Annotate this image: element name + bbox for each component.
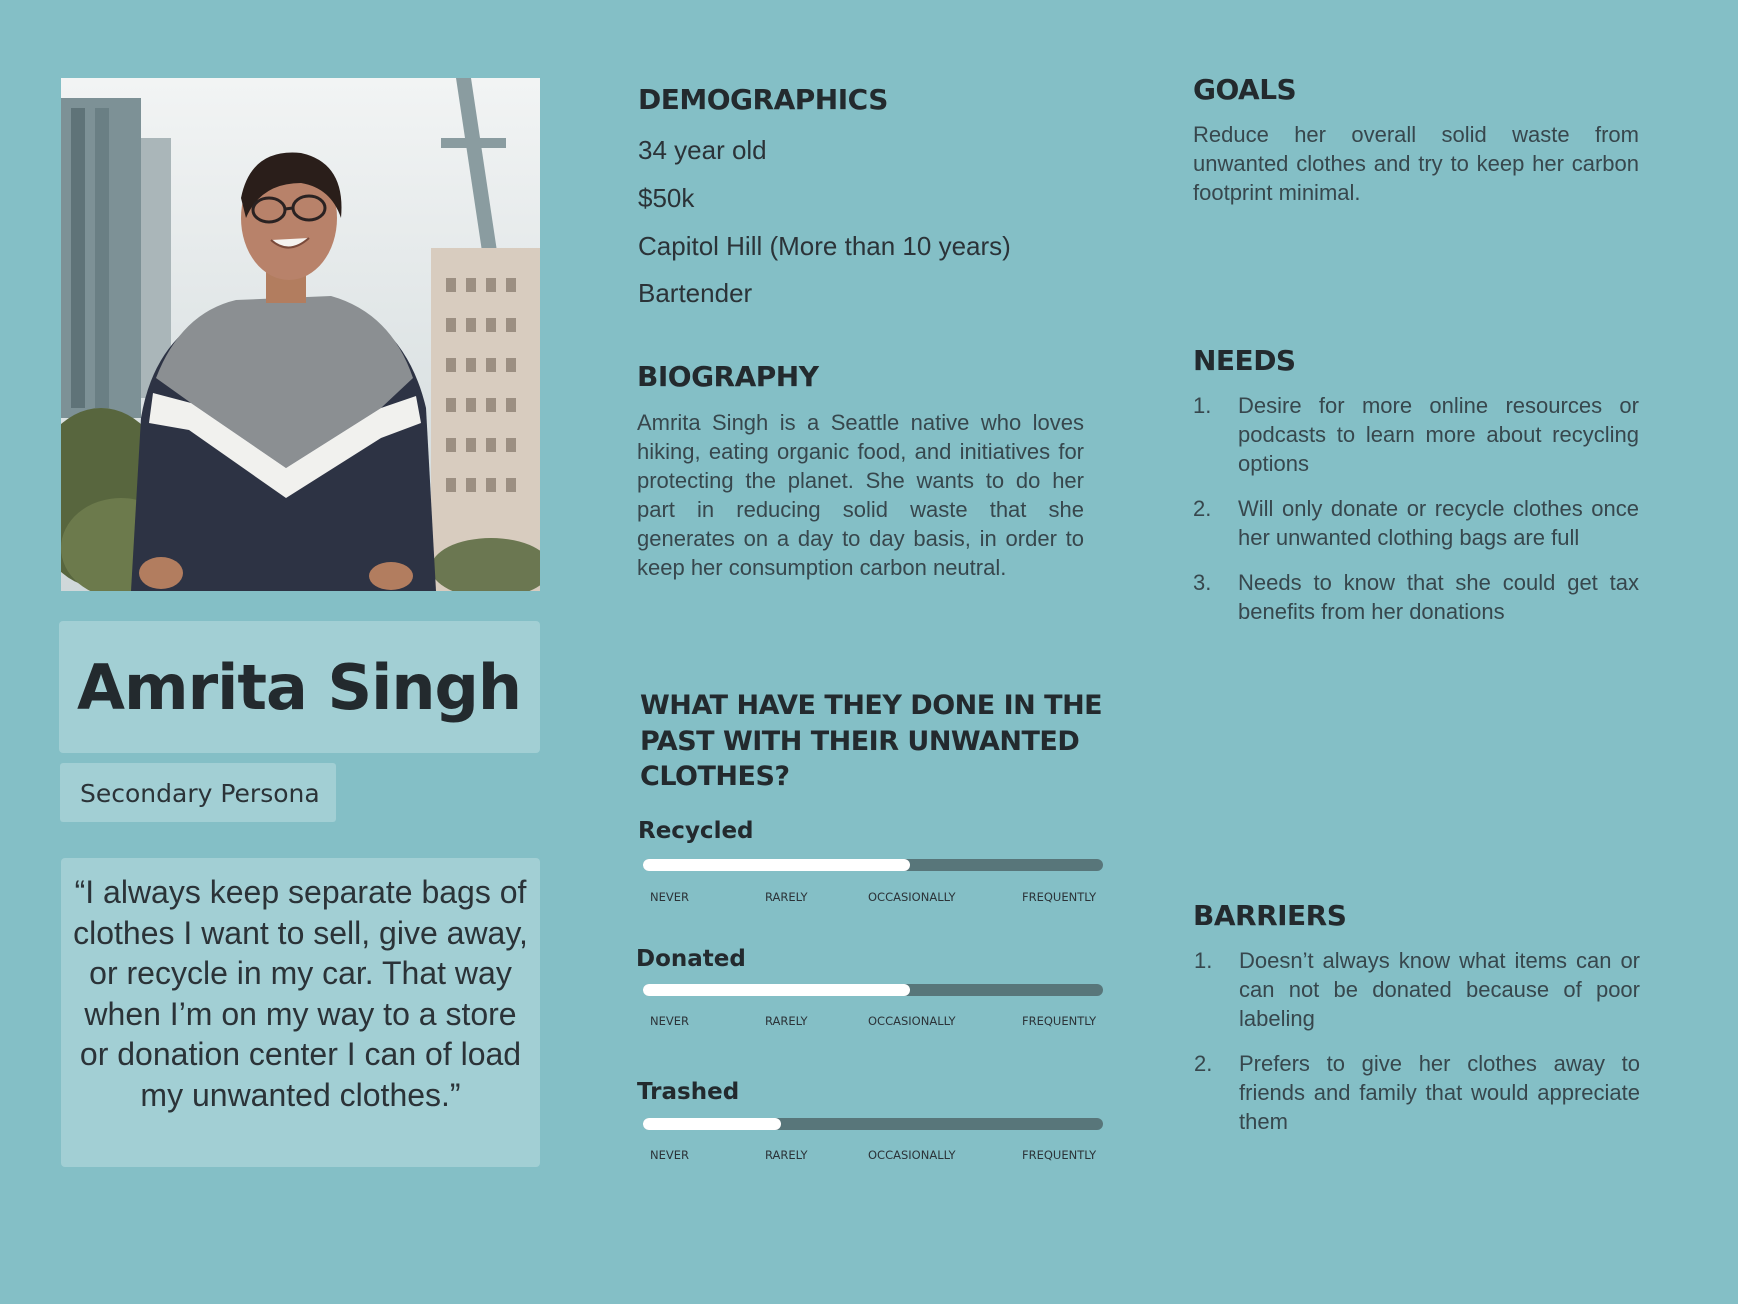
- name-card: Amrita Singh: [59, 621, 540, 753]
- persona-quote: “I always keep separate bags of clothes …: [73, 874, 528, 1113]
- persona-name: Amrita Singh: [77, 651, 522, 724]
- scale-label-rarely: RARELY: [765, 890, 808, 904]
- goals-text: Reduce her overall solid waste from unwa…: [1193, 122, 1639, 205]
- demographics-income: $50k: [638, 183, 695, 213]
- quote-card: “I always keep separate bags of clothes …: [61, 858, 540, 1167]
- demographics-location: Capitol Hill (More than 10 years): [638, 231, 1011, 261]
- barriers-item-text: Doesn’t always know what items can or ca…: [1239, 948, 1640, 1031]
- rating-fill: [643, 859, 910, 871]
- barriers-heading: BARRIERS: [1193, 899, 1347, 932]
- needs-item: 3. Needs to know that she could get tax b…: [1193, 568, 1639, 626]
- barriers-item-number: 2.: [1194, 1051, 1213, 1076]
- scale-label-occasionally: OCCASIONALLY: [868, 890, 956, 904]
- needs-item-text: Will only donate or recycle clothes once…: [1238, 496, 1639, 550]
- past-behavior-heading: WHAT HAVE THEY DONE IN THE PAST WITH THE…: [640, 690, 1103, 792]
- scale-label-rarely: RARELY: [765, 1014, 808, 1028]
- rating-label-trashed: Trashed: [637, 1079, 740, 1105]
- persona-photo: [61, 78, 540, 591]
- scale-label-frequently: FREQUENTLY: [1022, 1014, 1097, 1028]
- demographics-heading: DEMOGRAPHICS: [638, 83, 888, 116]
- scale-label-never: NEVER: [650, 1148, 689, 1162]
- needs-item-text: Needs to know that she could get tax ben…: [1238, 570, 1639, 624]
- needs-item: 1. Desire for more online resources or po…: [1193, 391, 1639, 478]
- needs-heading: NEEDS: [1193, 344, 1296, 377]
- rating-label-recycled: Recycled: [638, 818, 754, 844]
- rating-scale: NEVER RARELY OCCASIONALLY FREQUENTLY: [650, 1014, 1103, 1028]
- demographics-occupation: Bartender: [638, 278, 753, 308]
- scale-label-occasionally: OCCASIONALLY: [868, 1014, 956, 1028]
- goals-heading: GOALS: [1193, 73, 1297, 106]
- persona-photo-illustration: [61, 78, 540, 591]
- needs-item-number: 1.: [1193, 393, 1212, 418]
- demographics-age: 34 year old: [638, 135, 767, 165]
- rating-scale: NEVER RARELY OCCASIONALLY FREQUENTLY: [650, 1148, 1103, 1162]
- scale-label-occasionally: OCCASIONALLY: [868, 1148, 956, 1162]
- rating-fill: [643, 984, 910, 996]
- needs-item: 2. Will only donate or recycle clothes on…: [1193, 494, 1639, 552]
- scale-label-frequently: FREQUENTLY: [1022, 890, 1097, 904]
- barriers-item: 2. Prefers to give her clothes away to fr…: [1194, 1049, 1640, 1136]
- scale-label-frequently: FREQUENTLY: [1022, 1148, 1097, 1162]
- rating-bar-donated: [643, 984, 1103, 996]
- rating-scale: NEVER RARELY OCCASIONALLY FREQUENTLY: [650, 890, 1103, 904]
- needs-item-text: Desire for more online resources or podc…: [1238, 393, 1639, 476]
- barriers-item-text: Prefers to give her clothes away to frie…: [1239, 1051, 1640, 1134]
- biography-text: Amrita Singh is a Seattle native who lov…: [637, 410, 1084, 580]
- scale-label-never: NEVER: [650, 890, 689, 904]
- rating-bar-trashed: [643, 1118, 1103, 1130]
- rating-bar-recycled: [643, 859, 1103, 871]
- needs-list: 1. Desire for more online resources or po…: [1193, 391, 1639, 642]
- barriers-item-number: 1.: [1194, 948, 1213, 973]
- needs-item-number: 2.: [1193, 496, 1212, 521]
- barriers-item: 1. Doesn’t always know what items can or …: [1194, 946, 1640, 1033]
- rating-fill: [643, 1118, 781, 1130]
- biography-heading: BIOGRAPHY: [637, 360, 819, 393]
- needs-item-number: 3.: [1193, 570, 1212, 595]
- rating-label-donated: Donated: [636, 946, 746, 972]
- scale-label-rarely: RARELY: [765, 1148, 808, 1162]
- barriers-list: 1. Doesn’t always know what items can or …: [1194, 946, 1640, 1152]
- persona-role: Secondary Persona: [80, 779, 320, 808]
- scale-label-never: NEVER: [650, 1014, 689, 1028]
- persona-role-badge: Secondary Persona: [60, 763, 336, 822]
